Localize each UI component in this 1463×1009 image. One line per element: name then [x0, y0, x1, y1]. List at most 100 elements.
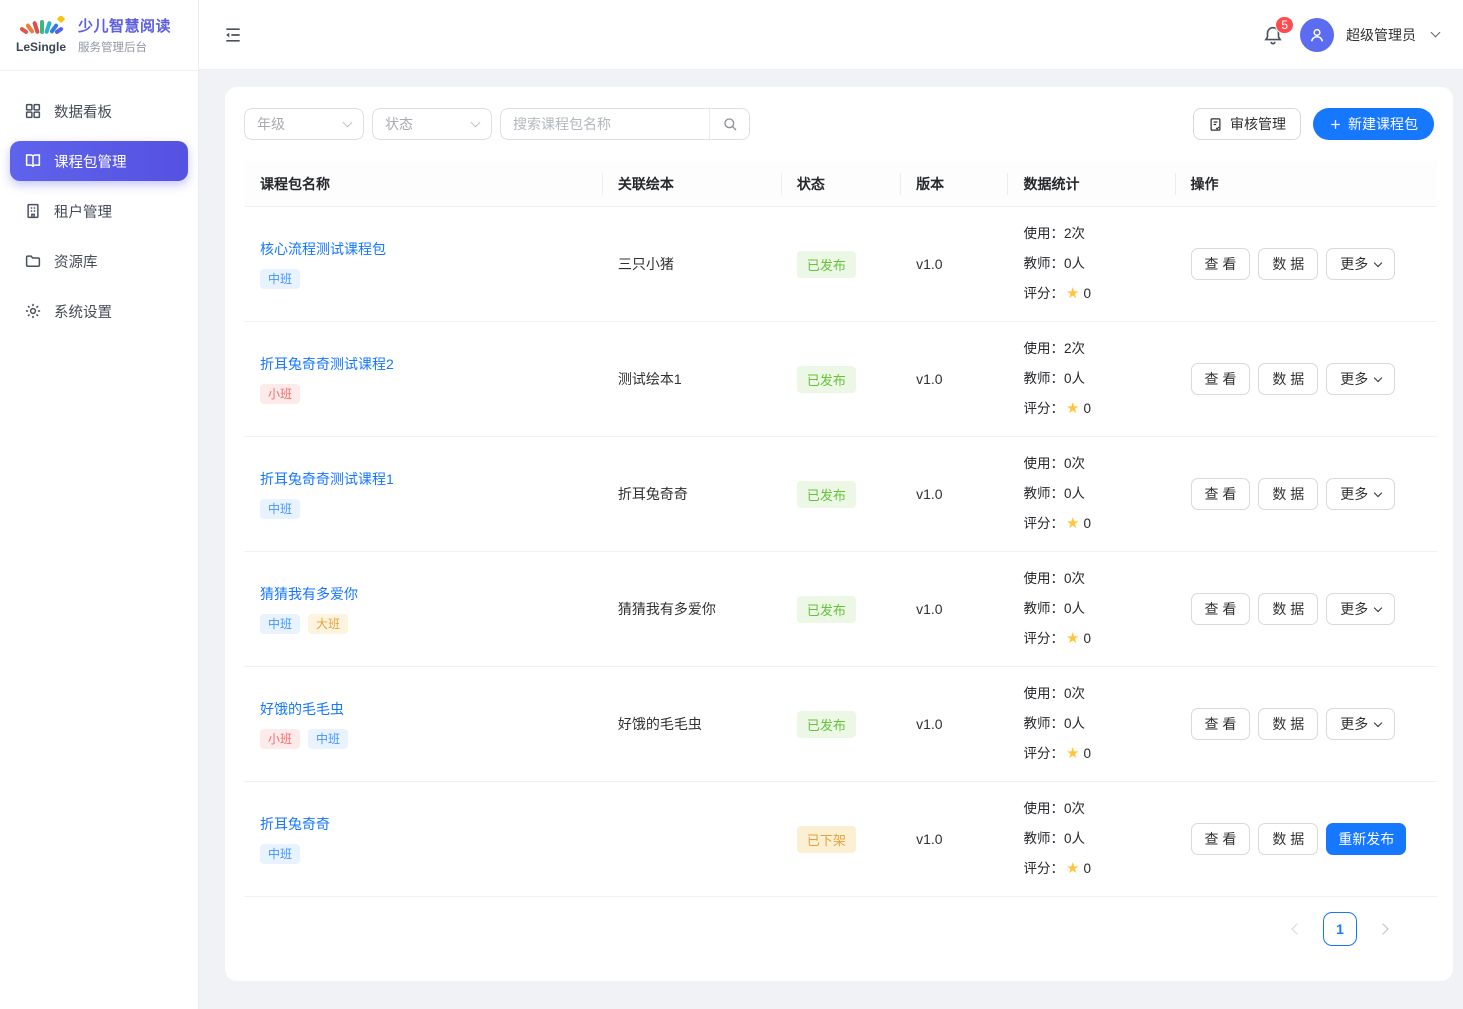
more-button[interactable]: 更多: [1326, 248, 1395, 280]
more-button[interactable]: 更多: [1326, 593, 1395, 625]
course-package-link[interactable]: 折耳兔奇奇测试课程2: [260, 354, 394, 374]
star-icon: ★: [1066, 394, 1079, 424]
search-button[interactable]: [709, 109, 749, 139]
view-button[interactable]: 查 看: [1191, 823, 1251, 855]
stat-value: 0人: [1064, 364, 1085, 394]
column-header-stats: 数据统计: [1007, 174, 1174, 194]
course-package-link[interactable]: 核心流程测试课程包: [260, 239, 386, 259]
star-icon: ★: [1066, 509, 1079, 539]
more-button[interactable]: 更多: [1326, 363, 1395, 395]
notifications-button[interactable]: 5: [1262, 24, 1284, 46]
view-button[interactable]: 查 看: [1191, 593, 1251, 625]
avatar[interactable]: [1300, 18, 1334, 52]
view-button[interactable]: 查 看: [1191, 708, 1251, 740]
stat-label: 教师：: [1023, 594, 1064, 624]
course-package-link[interactable]: 好饿的毛毛虫: [260, 699, 344, 719]
grade-tags: 中班: [260, 844, 586, 864]
more-button[interactable]: 更多: [1326, 478, 1395, 510]
view-button[interactable]: 查 看: [1191, 478, 1251, 510]
stat-line: 评分：★0: [1023, 854, 1158, 884]
stat-label: 教师：: [1023, 249, 1064, 279]
status-select[interactable]: 状态: [372, 108, 492, 140]
stat-label: 教师：: [1023, 364, 1064, 394]
actions-cell: 查 看数 据更多: [1191, 248, 1421, 280]
sidebar-item-resources[interactable]: 资源库: [10, 241, 188, 281]
stat-line: 使用：2次: [1023, 219, 1158, 249]
search-input[interactable]: [501, 116, 709, 132]
data-button[interactable]: 数 据: [1258, 248, 1318, 280]
data-button[interactable]: 数 据: [1258, 823, 1318, 855]
stats-cell: 使用：0次教师：0人评分：★0: [1007, 449, 1174, 539]
table-row: 好饿的毛毛虫 小班中班 好饿的毛毛虫 已发布 v1.0 使用：0次教师：0人评分…: [244, 667, 1437, 782]
stat-label: 使用：: [1023, 794, 1064, 824]
user-icon: [1307, 25, 1327, 45]
stats-cell: 使用：2次教师：0人评分：★0: [1007, 219, 1174, 309]
sidebar-item-settings[interactable]: 系统设置: [10, 291, 188, 331]
view-button[interactable]: 查 看: [1191, 363, 1251, 395]
create-course-package-button[interactable]: 新建课程包: [1313, 108, 1434, 140]
stat-value: 0人: [1064, 249, 1085, 279]
stat-label: 使用：: [1023, 219, 1064, 249]
menu-fold-icon: [223, 25, 243, 45]
stat-value: 2次: [1064, 334, 1085, 364]
status-badge: 已发布: [797, 481, 856, 508]
version-label: v1.0: [916, 716, 942, 732]
grade-tag: 小班: [260, 384, 300, 404]
data-button[interactable]: 数 据: [1258, 593, 1318, 625]
grade-select[interactable]: 年级: [244, 108, 364, 140]
sidebar-item-tenants[interactable]: 租户管理: [10, 191, 188, 231]
stats-cell: 使用：0次教师：0人评分：★0: [1007, 794, 1174, 884]
view-button[interactable]: 查 看: [1191, 248, 1251, 280]
stats-cell: 使用：2次教师：0人评分：★0: [1007, 334, 1174, 424]
review-management-button[interactable]: 审核管理: [1193, 108, 1301, 140]
chevron-down-icon[interactable]: [1431, 28, 1441, 38]
table-header: 课程包名称 关联绘本 状态 版本 数据统计 操作: [244, 161, 1437, 207]
stat-value: 0: [1083, 509, 1091, 539]
course-package-link[interactable]: 猜猜我有多爱你: [260, 584, 358, 604]
table-row: 折耳兔奇奇 中班 已下架 v1.0 使用：0次教师：0人评分：★0 查 看数 据…: [244, 782, 1437, 897]
grade-tag: 大班: [308, 614, 348, 634]
actions-cell: 查 看数 据更多: [1191, 593, 1421, 625]
sidebar-collapse-button[interactable]: [223, 25, 243, 45]
republish-button[interactable]: 重新发布: [1326, 823, 1406, 855]
sidebar-item-label: 租户管理: [54, 201, 112, 222]
stat-line: 评分：★0: [1023, 624, 1158, 654]
course-package-link[interactable]: 折耳兔奇奇: [260, 814, 330, 834]
grade-tag: 小班: [260, 729, 300, 749]
star-icon: ★: [1066, 624, 1079, 654]
pagination-page-1[interactable]: 1: [1323, 912, 1357, 946]
actions-cell: 查 看数 据更多: [1191, 363, 1421, 395]
pagination-next-button[interactable]: [1371, 915, 1399, 943]
book-name: 好饿的毛毛虫: [618, 716, 702, 732]
chevron-right-icon: [1377, 923, 1388, 934]
pagination-prev-button[interactable]: [1281, 915, 1309, 943]
stat-value: 2次: [1064, 219, 1085, 249]
status-badge: 已发布: [797, 596, 856, 623]
stat-value: 0次: [1064, 679, 1085, 709]
stat-value: 0: [1083, 854, 1091, 884]
stat-label: 教师：: [1023, 479, 1064, 509]
grade-tag: 中班: [308, 729, 348, 749]
status-badge: 已发布: [797, 366, 856, 393]
grade-tags: 中班: [260, 499, 586, 519]
stat-label: 教师：: [1023, 709, 1064, 739]
stat-label: 评分：: [1023, 739, 1064, 769]
stat-label: 评分：: [1023, 394, 1064, 424]
pagination: 1: [244, 897, 1437, 961]
data-button[interactable]: 数 据: [1258, 363, 1318, 395]
course-package-link[interactable]: 折耳兔奇奇测试课程1: [260, 469, 394, 489]
star-icon: ★: [1066, 279, 1079, 309]
grade-tags: 中班大班: [260, 614, 586, 634]
version-label: v1.0: [916, 831, 942, 847]
data-button[interactable]: 数 据: [1258, 478, 1318, 510]
star-icon: ★: [1066, 854, 1079, 884]
data-button[interactable]: 数 据: [1258, 708, 1318, 740]
more-button[interactable]: 更多: [1326, 708, 1395, 740]
sidebar-item-course-packages[interactable]: 课程包管理: [10, 141, 188, 181]
sidebar-item-dashboard[interactable]: 数据看板: [10, 91, 188, 131]
table-row: 折耳兔奇奇测试课程1 中班 折耳兔奇奇 已发布 v1.0 使用：0次教师：0人评…: [244, 437, 1437, 552]
actions-cell: 查 看数 据更多: [1191, 478, 1421, 510]
grade-tags: 小班: [260, 384, 586, 404]
user-name[interactable]: 超级管理员: [1346, 25, 1416, 45]
chevron-down-icon: [1374, 373, 1382, 381]
